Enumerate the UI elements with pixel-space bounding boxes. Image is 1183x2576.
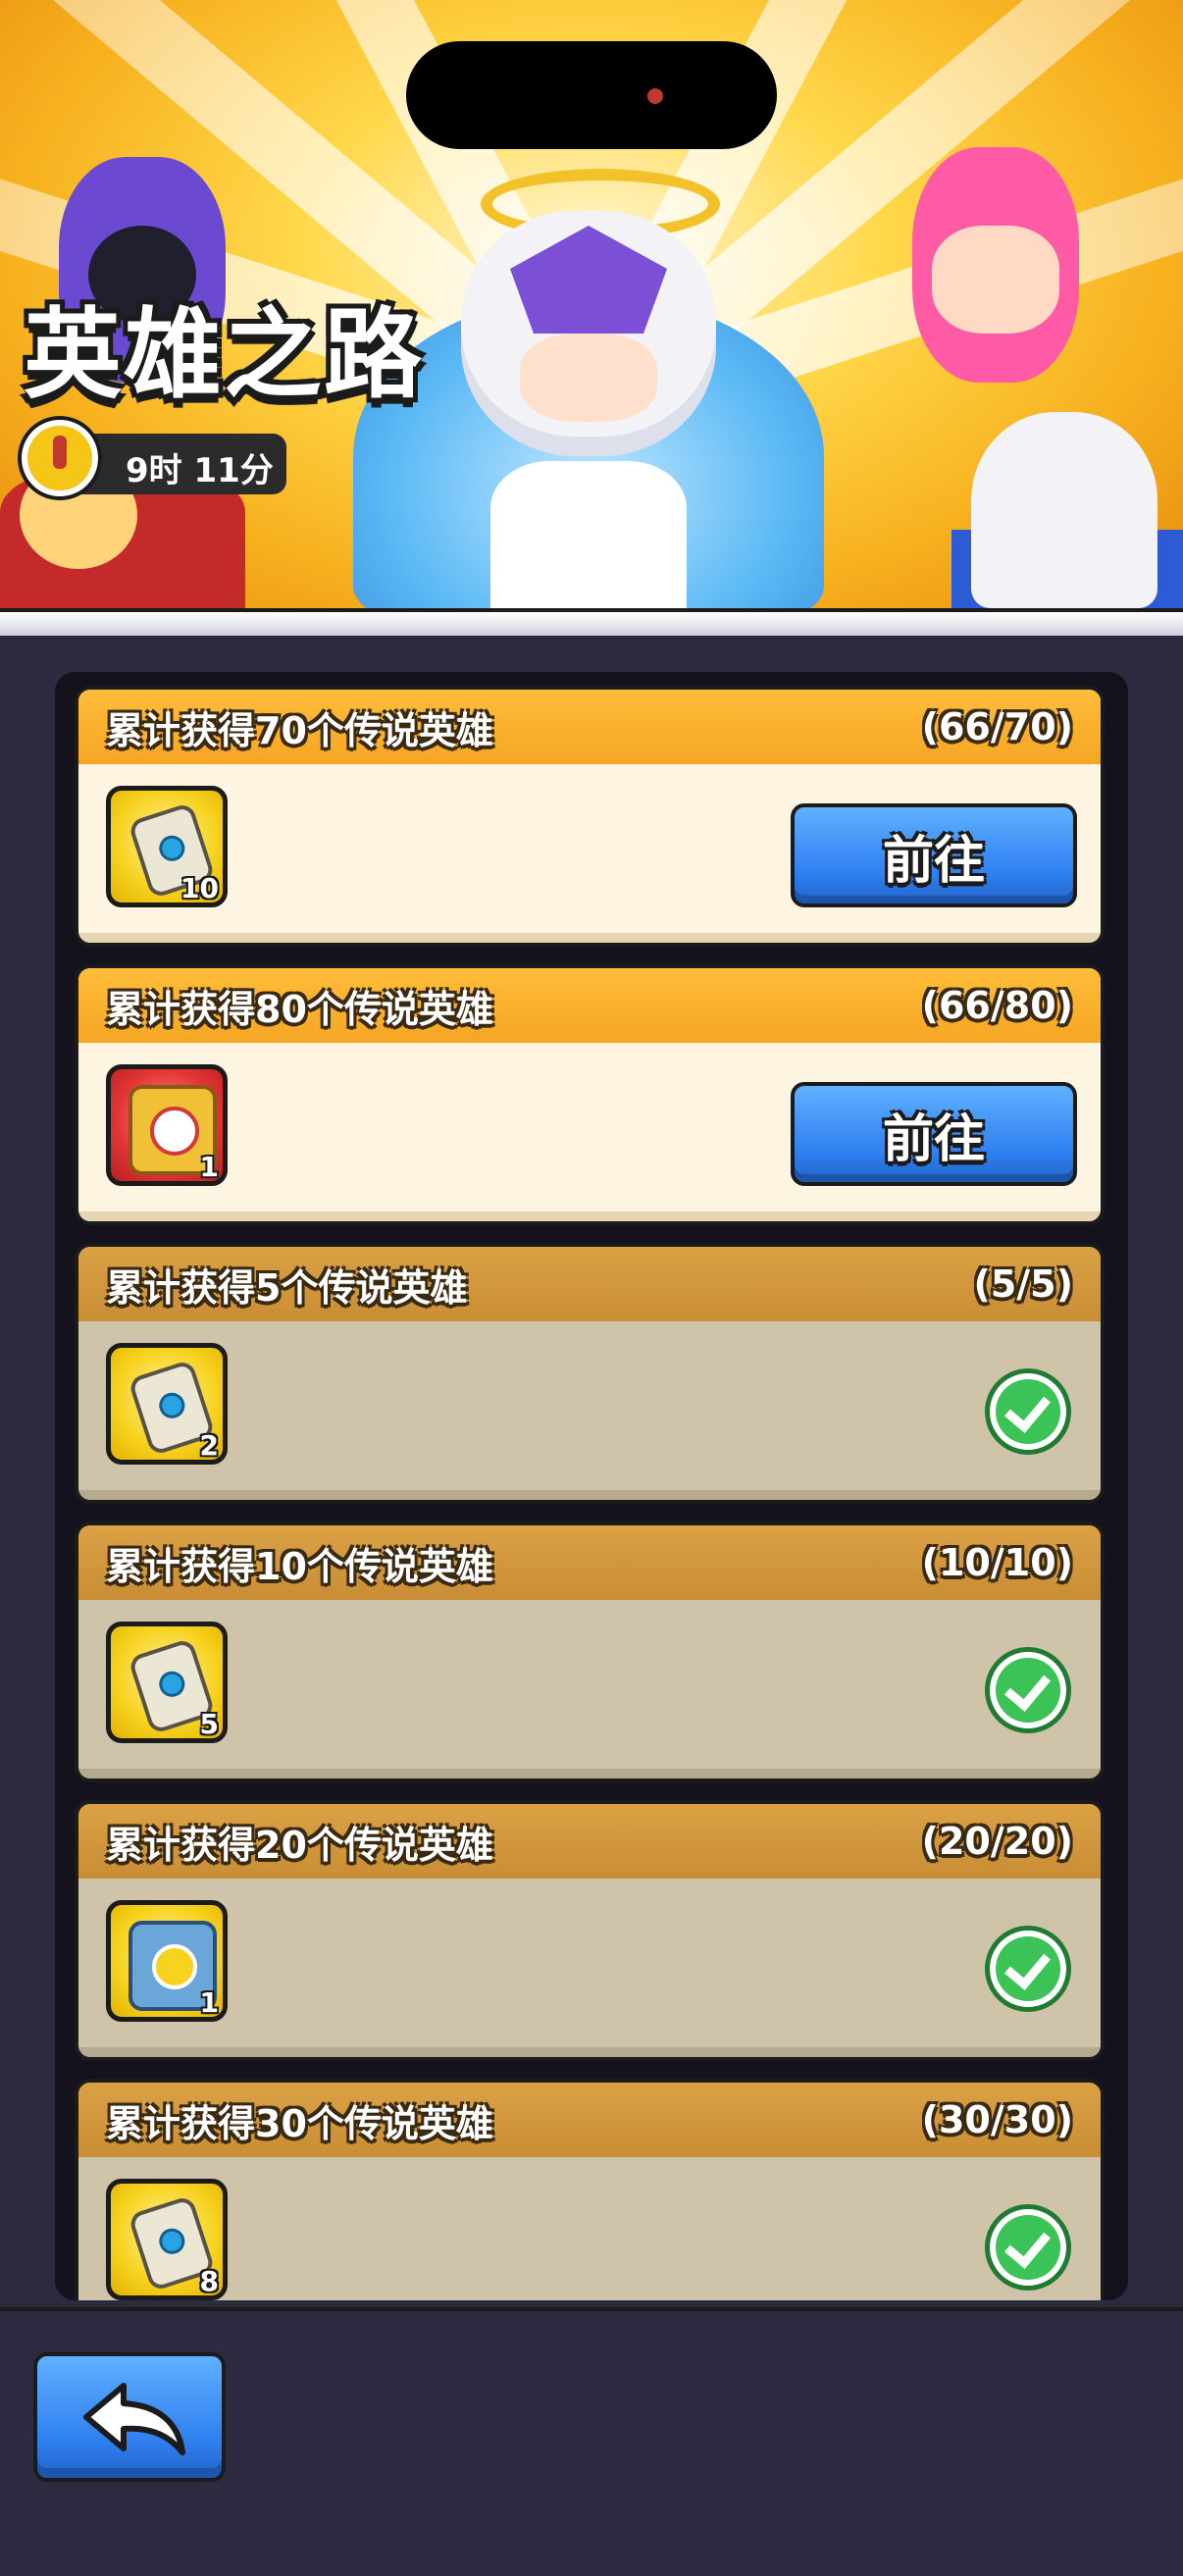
reward-card: 累计获得70个传说英雄 (66/70) 10 前往	[75, 686, 1105, 947]
reward-title: 累计获得20个传说英雄	[106, 1823, 493, 1867]
reward-progress: (66/70)	[921, 705, 1073, 748]
reward-progress: (30/30)	[921, 2098, 1073, 2141]
stopwatch-icon	[22, 420, 98, 496]
reward-title: 累计获得5个传说英雄	[106, 1265, 468, 1310]
banner-divider	[0, 608, 1183, 636]
angel-face	[520, 334, 657, 422]
reward-card: 累计获得10个传说英雄 (10/10) 5	[75, 1521, 1105, 1782]
reward-qty: 1	[199, 1986, 219, 2019]
reward-card-header: 累计获得20个传说英雄 (20/20)	[78, 1804, 1101, 1879]
reward-item-scroll[interactable]: 10	[106, 786, 228, 907]
back-arrow-icon	[83, 2383, 185, 2455]
reward-progress: (5/5)	[973, 1262, 1074, 1306]
claimed-check-icon	[985, 2204, 1071, 2291]
reward-qty: 10	[180, 872, 219, 904]
claimed-check-icon	[985, 1647, 1071, 1733]
timer-text: 9时 11分	[126, 451, 274, 490]
elder-hero-illustration	[971, 412, 1157, 608]
reward-title: 累计获得70个传说英雄	[106, 708, 493, 752]
reward-qty: 5	[199, 1708, 219, 1740]
camera-dot	[647, 88, 663, 104]
reward-card-header: 累计获得5个传说英雄 (5/5)	[78, 1247, 1101, 1321]
reward-item-scroll[interactable]: 8	[106, 2179, 228, 2300]
angel-body-illustration	[490, 461, 687, 608]
reward-progress: (66/80)	[921, 984, 1073, 1027]
back-button[interactable]	[33, 2352, 226, 2482]
reward-progress: (20/20)	[921, 1820, 1073, 1863]
camera-notch	[406, 41, 777, 149]
reward-card-header: 累计获得70个传说英雄 (66/70)	[78, 690, 1101, 764]
reward-qty: 1	[199, 1151, 219, 1183]
reward-item-scroll[interactable]: 2	[106, 1343, 228, 1465]
reward-card-header: 累计获得30个传说英雄 (30/30)	[78, 2083, 1101, 2157]
reward-card: 累计获得5个传说英雄 (5/5) 2	[75, 1243, 1105, 1504]
reward-item-scroll[interactable]: 5	[106, 1622, 228, 1743]
reward-card-header: 累计获得10个传说英雄 (10/10)	[78, 1525, 1101, 1600]
go-button[interactable]: 前往	[791, 1082, 1077, 1186]
reward-card: 累计获得30个传说英雄 (30/30) 8	[75, 2079, 1105, 2300]
reward-card-header: 累计获得80个传说英雄 (66/80)	[78, 968, 1101, 1043]
reward-title: 累计获得80个传说英雄	[106, 987, 493, 1031]
go-button[interactable]: 前往	[791, 803, 1077, 907]
page-title: 英雄之路	[24, 297, 424, 412]
reward-title: 累计获得10个传说英雄	[106, 1544, 493, 1588]
claimed-check-icon	[985, 1368, 1071, 1455]
reward-list-panel[interactable]: 累计获得70个传说英雄 (66/70) 10 前往 累计获得80个传说英雄 (6…	[55, 672, 1128, 2300]
reward-card: 累计获得80个传说英雄 (66/80) 1 前往	[75, 964, 1105, 1225]
reward-card: 累计获得20个传说英雄 (20/20) 1	[75, 1800, 1105, 2061]
reward-item-blue-chest[interactable]: 1	[106, 1900, 228, 2022]
claimed-check-icon	[985, 1926, 1071, 2012]
reward-item-chest[interactable]: 1	[106, 1064, 228, 1186]
pink-hero-face	[932, 226, 1059, 334]
reward-qty: 8	[199, 2265, 219, 2297]
reward-title: 累计获得30个传说英雄	[106, 2101, 493, 2145]
reward-qty: 2	[199, 1429, 219, 1462]
reward-progress: (10/10)	[921, 1541, 1073, 1584]
hero-banner: 英雄之路 9时 11分	[0, 0, 1183, 608]
